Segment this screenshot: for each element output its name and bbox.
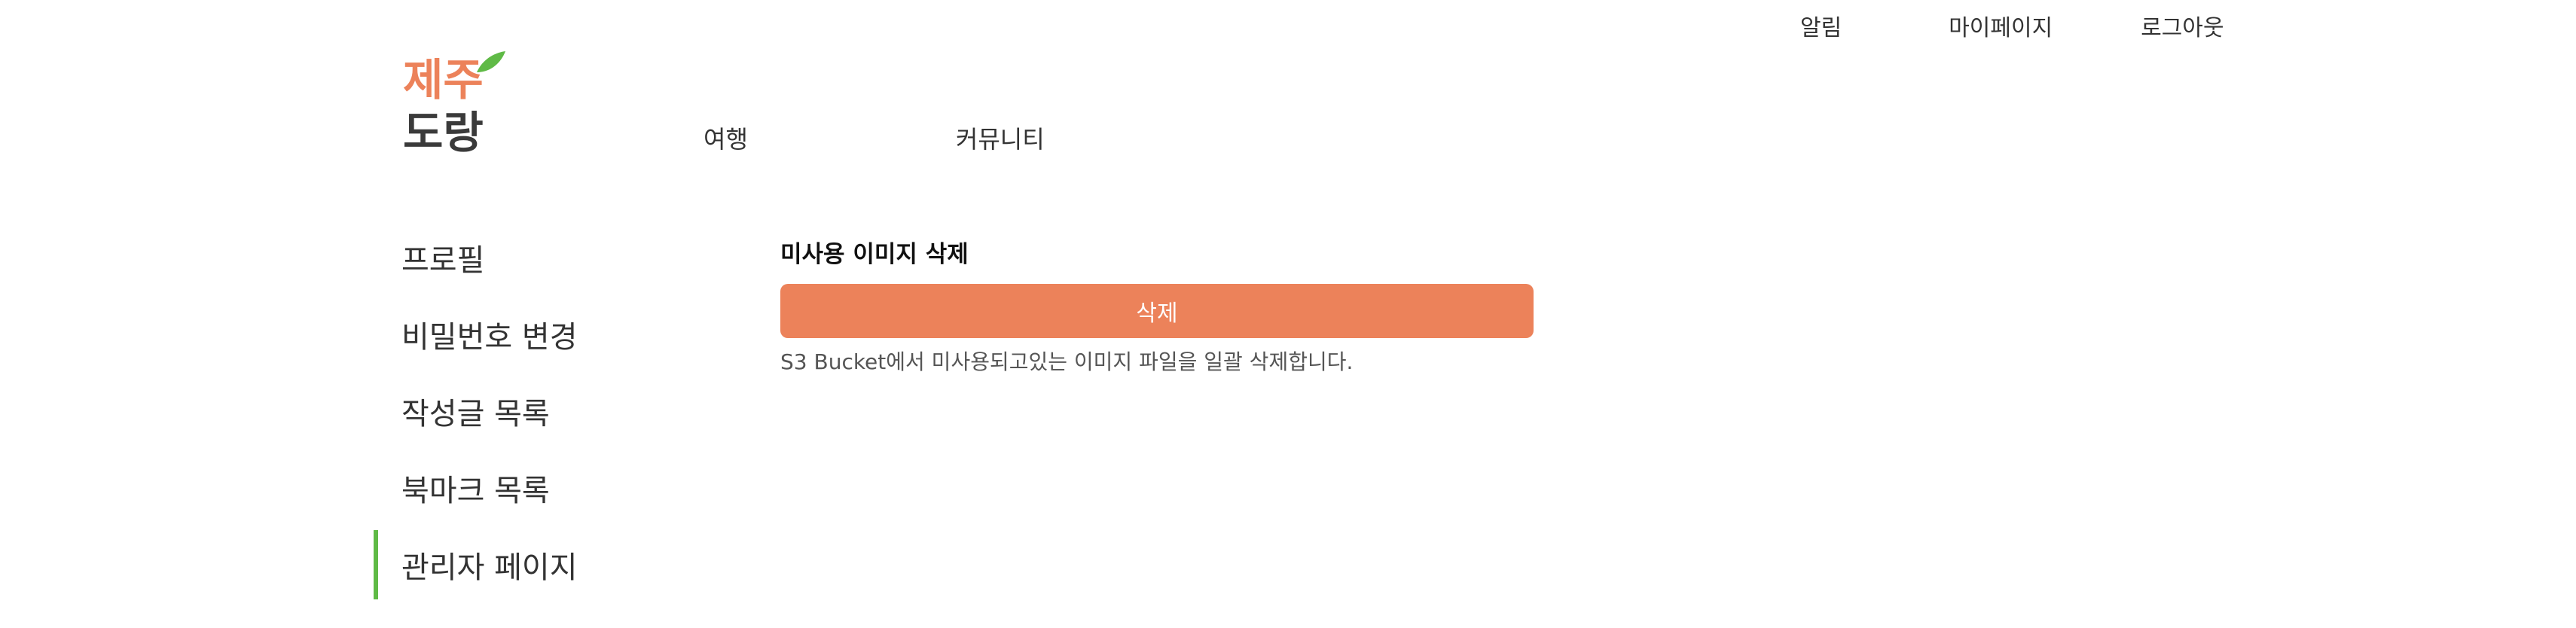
- top-utility-nav: 알림 마이페이지 로그아웃: [1800, 9, 2224, 42]
- logo-mark: 제주 도랑: [403, 51, 505, 155]
- logout-link[interactable]: 로그아웃: [2141, 9, 2223, 42]
- sidebar-item-bookmarks[interactable]: 북마크 목록: [374, 453, 600, 523]
- mypage-link[interactable]: 마이페이지: [1949, 9, 2053, 42]
- sidebar-item-my-posts[interactable]: 작성글 목록: [374, 376, 600, 446]
- delete-unused-images-button[interactable]: 삭제: [780, 284, 1534, 338]
- main-nav: 여행 커뮤니티: [704, 120, 1045, 155]
- section-title: 미사용 이미지 삭제: [780, 241, 969, 268]
- alerts-link[interactable]: 알림: [1800, 9, 1842, 42]
- sidebar-item-change-password[interactable]: 비밀번호 변경: [374, 300, 600, 369]
- sidebar-item-profile[interactable]: 프로필: [374, 223, 600, 292]
- delete-description: S3 Bucket에서 미사용되고있는 이미지 파일을 일괄 삭제합니다.: [780, 349, 1354, 374]
- nav-travel[interactable]: 여행: [704, 120, 748, 155]
- logo-text-top: 제주: [403, 54, 484, 105]
- admin-content: 미사용 이미지 삭제 삭제 S3 Bucket에서 미사용되고있는 이미지 파일…: [780, 235, 1534, 376]
- sidebar-item-admin-page[interactable]: 관리자 페이지: [374, 530, 600, 599]
- nav-community[interactable]: 커뮤니티: [956, 120, 1045, 155]
- logo[interactable]: 제주 도랑: [401, 50, 507, 155]
- logo-text-bottom: 도랑: [403, 107, 484, 155]
- mypage-sidebar: 프로필 비밀번호 변경 작성글 목록 북마크 목록 관리자 페이지: [374, 223, 600, 607]
